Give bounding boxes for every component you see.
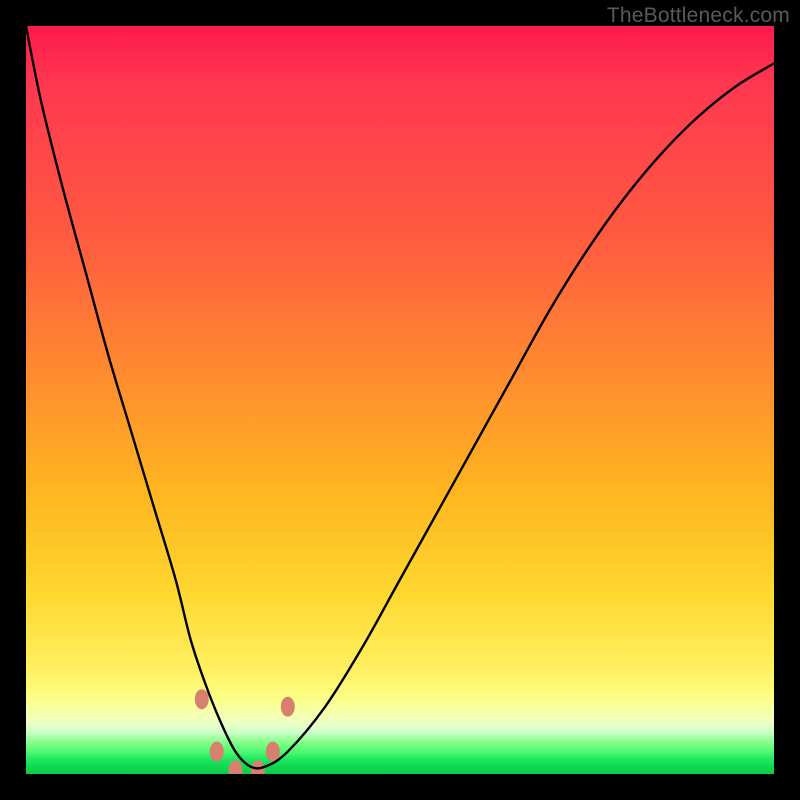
curve-marker	[210, 742, 224, 762]
curve-marker	[195, 689, 209, 709]
curve-marker	[228, 760, 242, 774]
watermark-text: TheBottleneck.com	[607, 4, 790, 28]
curve-marker	[266, 742, 280, 762]
plot-area	[26, 26, 774, 774]
curve-marker	[281, 697, 295, 717]
bottleneck-curve	[26, 26, 774, 768]
curve-layer	[26, 26, 774, 774]
chart-frame: TheBottleneck.com	[0, 0, 800, 800]
